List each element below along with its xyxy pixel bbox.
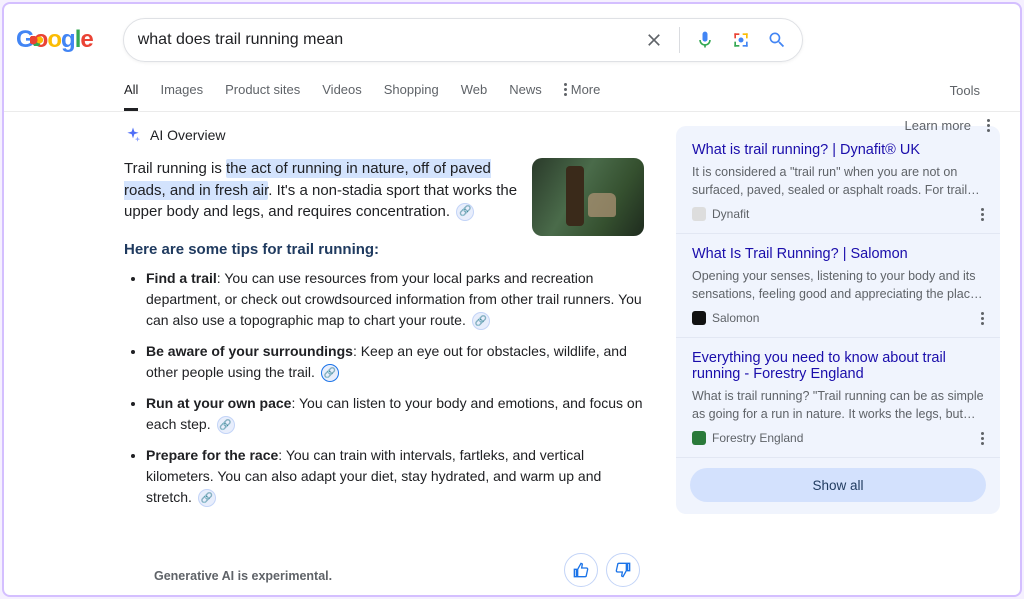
viewport: Google All Imag xyxy=(2,2,1022,597)
tab-all[interactable]: All xyxy=(124,70,138,111)
source-snippet: Opening your senses, listening to your b… xyxy=(692,268,984,303)
search-icon[interactable] xyxy=(766,29,788,51)
list-item: Run at your own pace: You can listen to … xyxy=(146,393,644,435)
ai-overview-label: AI Overview xyxy=(150,127,225,143)
tab-images[interactable]: Images xyxy=(160,70,203,111)
tools-button[interactable]: Tools xyxy=(950,83,1000,98)
overflow-menu-icon[interactable] xyxy=(981,208,984,221)
tips-heading: Here are some tips for trail running: xyxy=(124,241,644,258)
citation-chip-icon[interactable]: 🔗 xyxy=(321,364,339,382)
favicon-icon xyxy=(692,207,706,221)
show-all-button[interactable]: Show all xyxy=(690,468,986,502)
feedback-buttons xyxy=(564,553,640,587)
source-site: Salomon xyxy=(712,311,759,325)
sparkle-icon xyxy=(124,126,142,144)
source-title[interactable]: What Is Trail Running? | Salomon xyxy=(692,246,984,262)
google-logo[interactable]: Google xyxy=(16,26,93,54)
overflow-menu-icon[interactable] xyxy=(981,312,984,325)
tip-title: Prepare for the race xyxy=(146,447,278,463)
ai-overview-actions: Learn more xyxy=(905,118,990,133)
thumbs-down-button[interactable] xyxy=(606,553,640,587)
learn-more-link[interactable]: Learn more xyxy=(905,118,971,133)
tip-title: Find a trail xyxy=(146,270,217,286)
tip-title: Be aware of your surroundings xyxy=(146,343,353,359)
citation-chip-icon[interactable]: 🔗 xyxy=(456,203,474,221)
ai-intro-prefix: Trail running is xyxy=(124,160,226,177)
ai-thumbnail[interactable] xyxy=(532,158,644,236)
overflow-menu-icon[interactable] xyxy=(981,432,984,445)
more-icon xyxy=(564,83,567,96)
ai-overview-header: AI Overview xyxy=(124,126,644,144)
search-bar-icons xyxy=(643,27,788,53)
ai-overview-panel: AI Overview Trail running is the act of … xyxy=(124,126,644,518)
tabs-row: All Images Product sites Videos Shopping… xyxy=(4,70,1020,112)
list-item: Be aware of your surroundings: Keep an e… xyxy=(146,341,644,383)
voice-search-icon[interactable] xyxy=(694,29,716,51)
tab-news[interactable]: News xyxy=(509,70,542,111)
citation-chip-icon[interactable]: 🔗 xyxy=(217,416,235,434)
source-snippet: What is trail running? "Trail running ca… xyxy=(692,388,984,423)
sources-panel: What is trail running? | Dynafit® UK It … xyxy=(676,126,1000,514)
search-bar[interactable] xyxy=(123,18,803,62)
tabs: All Images Product sites Videos Shopping… xyxy=(124,70,600,111)
tip-body: : You can use resources from your local … xyxy=(146,270,642,328)
source-card[interactable]: Everything you need to know about trail … xyxy=(676,338,1000,458)
source-snippet: It is considered a "trail run" when you … xyxy=(692,164,984,199)
thumbs-up-button[interactable] xyxy=(564,553,598,587)
source-card[interactable]: What Is Trail Running? | Salomon Opening… xyxy=(676,234,1000,338)
header: Google xyxy=(4,4,1020,70)
favicon-icon xyxy=(692,431,706,445)
tip-title: Run at your own pace xyxy=(146,395,291,411)
tab-shopping[interactable]: Shopping xyxy=(384,70,439,111)
source-title[interactable]: What is trail running? | Dynafit® UK xyxy=(692,142,984,158)
citation-chip-icon[interactable]: 🔗 xyxy=(472,312,490,330)
search-input[interactable] xyxy=(138,31,643,49)
list-item: Prepare for the race: You can train with… xyxy=(146,445,644,508)
overflow-menu-icon[interactable] xyxy=(987,119,990,132)
list-item: Find a trail: You can use resources from… xyxy=(146,268,644,331)
citation-chip-icon[interactable]: 🔗 xyxy=(198,489,216,507)
source-site: Forestry England xyxy=(712,431,803,445)
favicon-icon xyxy=(692,311,706,325)
tab-product-sites[interactable]: Product sites xyxy=(225,70,300,111)
content: AI Overview Trail running is the act of … xyxy=(4,112,1020,518)
ai-disclaimer: Generative AI is experimental. xyxy=(154,569,332,583)
clear-icon[interactable] xyxy=(643,29,665,51)
tab-more[interactable]: More xyxy=(564,70,601,111)
source-title[interactable]: Everything you need to know about trail … xyxy=(692,350,984,382)
source-site: Dynafit xyxy=(712,207,749,221)
tab-videos[interactable]: Videos xyxy=(322,70,362,111)
source-card[interactable]: What is trail running? | Dynafit® UK It … xyxy=(676,130,1000,234)
divider xyxy=(679,27,680,53)
lens-search-icon[interactable] xyxy=(730,29,752,51)
tips-list: Find a trail: You can use resources from… xyxy=(124,268,644,508)
tab-more-label: More xyxy=(571,82,601,97)
tab-web[interactable]: Web xyxy=(461,70,488,111)
